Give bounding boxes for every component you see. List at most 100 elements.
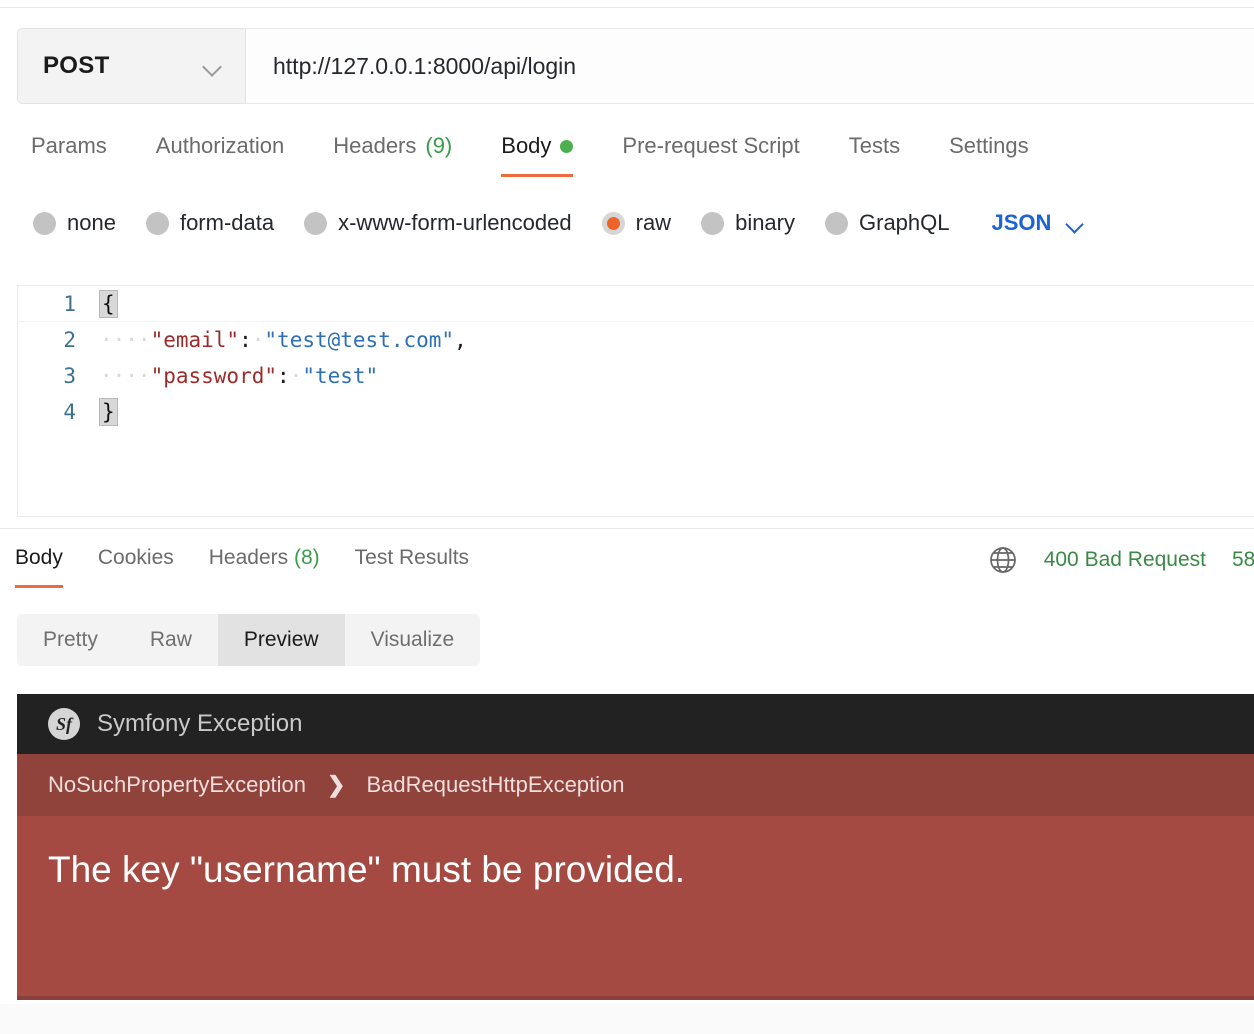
request-url-bar: POST http://127.0.0.1:8000/api/login <box>17 28 1254 104</box>
response-divider <box>0 528 1254 529</box>
line-number: 4 <box>63 400 76 424</box>
raw-format-dropdown[interactable]: JSON <box>992 210 1086 236</box>
radio-circle-icon <box>701 211 725 235</box>
line-code: } <box>96 398 118 426</box>
radio-circle-icon <box>33 211 56 235</box>
symfony-logo-text: Sf <box>55 713 72 734</box>
symfony-exception-header: Sf Symfony Exception <box>17 694 1254 754</box>
radio-circle-icon <box>304 211 328 235</box>
symfony-exception-title: Symfony Exception <box>97 710 303 737</box>
tab-label: Test Results <box>354 546 470 569</box>
postman-request-response-view: POST http://127.0.0.1:8000/api/login Par… <box>0 0 1254 1034</box>
json-indent: ···· <box>100 364 151 388</box>
exception-message-panel: The key "username" must be provided. <box>17 816 1254 1000</box>
json-comma: , <box>454 328 467 352</box>
symfony-logo-icon: Sf <box>48 708 80 740</box>
tab-params[interactable]: Params <box>31 133 107 177</box>
symfony-exception-panel: Sf Symfony Exception NoSuchPropertyExcep… <box>17 694 1254 1000</box>
raw-format-label: JSON <box>991 210 1052 235</box>
tab-authorization[interactable]: Authorization <box>156 133 284 177</box>
json-colon: : <box>277 364 290 388</box>
json-value: "test" <box>302 364 379 388</box>
radio-circle-icon <box>145 211 169 235</box>
radio-label: GraphQL <box>859 210 950 235</box>
breadcrumb-item-root[interactable]: NoSuchPropertyException <box>48 772 306 798</box>
tab-label: Body <box>15 546 63 569</box>
tab-label: Cookies <box>97 546 174 569</box>
json-space: · <box>251 328 265 352</box>
tab-label: Headers <box>208 546 289 569</box>
body-type-radio-group: none form-data x-www-form-urlencoded raw… <box>33 210 1085 236</box>
url-value: http://127.0.0.1:8000/api/login <box>273 52 577 79</box>
radio-label: form-data <box>179 210 275 235</box>
tab-count: (8) <box>293 546 320 569</box>
view-label: Visualize <box>370 628 455 651</box>
request-tabs: Params Authorization Headers (9) Body Pr… <box>31 133 1078 177</box>
radio-label: raw <box>635 210 672 235</box>
chevron-down-icon <box>203 60 223 72</box>
view-raw[interactable]: Raw <box>124 614 218 666</box>
line-number: 2 <box>63 328 76 352</box>
top-divider <box>0 7 1254 8</box>
radio-graphql[interactable]: GraphQL <box>825 210 950 236</box>
breadcrumb-item-current[interactable]: BadRequestHttpException <box>366 772 624 798</box>
tab-label: Pre-request Script <box>622 133 800 158</box>
view-pretty[interactable]: Pretty <box>17 614 124 666</box>
editor-line: 3 ····"password":·"test" <box>18 358 1254 394</box>
radio-label: x-www-form-urlencoded <box>338 210 572 235</box>
line-number: 3 <box>63 364 76 388</box>
chevron-down-icon <box>1067 218 1085 229</box>
status-code-text: 400 Bad Request <box>1043 548 1206 571</box>
response-size-text: 58 <box>1232 548 1254 571</box>
http-method-dropdown[interactable]: POST <box>17 28 245 104</box>
view-label: Raw <box>149 628 192 651</box>
tab-label: Params <box>31 133 107 158</box>
radio-circle-selected-icon <box>601 211 625 235</box>
exception-message: The key "username" must be provided. <box>48 849 686 890</box>
http-method-label: POST <box>43 52 110 79</box>
chevron-right-icon: ❯ <box>327 772 346 797</box>
radio-circle-icon <box>825 211 848 235</box>
body-present-dot-icon <box>560 139 574 153</box>
line-code: ····"email":·"test@test.com", <box>96 328 467 352</box>
tab-settings[interactable]: Settings <box>949 133 1029 177</box>
json-colon: : <box>239 328 252 352</box>
line-number: 1 <box>63 291 76 316</box>
radio-form-data[interactable]: form-data <box>145 210 275 236</box>
tab-label: Headers <box>333 133 417 158</box>
tab-body[interactable]: Body <box>501 133 574 177</box>
response-tab-test-results[interactable]: Test Results <box>355 546 469 588</box>
request-body-editor[interactable]: 1 { 2 ····"email":·"test@test.com", 3 ··… <box>17 285 1254 517</box>
json-indent: ···· <box>100 328 151 352</box>
radio-raw[interactable]: raw <box>601 210 672 236</box>
radio-label: none <box>67 210 116 235</box>
response-tab-body[interactable]: Body <box>15 546 63 588</box>
radio-x-www-form-urlencoded[interactable]: x-www-form-urlencoded <box>304 210 572 236</box>
json-key: "email" <box>150 328 240 352</box>
view-preview[interactable]: Preview <box>217 614 345 666</box>
tab-pre-request-script[interactable]: Pre-request Script <box>622 133 799 177</box>
response-tabs: Body Cookies Headers (8) Test Results <box>15 546 504 588</box>
view-visualize[interactable]: Visualize <box>345 614 481 666</box>
tab-label: Authorization <box>155 133 285 158</box>
response-view-toggle: Pretty Raw Preview Visualize <box>17 614 481 666</box>
tab-tests[interactable]: Tests <box>849 133 900 177</box>
radio-binary[interactable]: binary <box>701 210 795 236</box>
response-status-bar: 400 Bad Request 58 <box>988 545 1254 575</box>
editor-line: 1 { <box>18 286 1254 322</box>
radio-none[interactable]: none <box>33 210 116 236</box>
json-brace: { <box>99 289 118 318</box>
tab-headers[interactable]: Headers (9) <box>333 133 452 177</box>
tab-label: Settings <box>949 133 1029 158</box>
editor-line: 2 ····"email":·"test@test.com", <box>18 322 1254 358</box>
radio-label: binary <box>735 210 795 235</box>
response-tab-cookies[interactable]: Cookies <box>98 546 174 588</box>
view-label: Preview <box>243 628 319 651</box>
response-tab-headers[interactable]: Headers (8) <box>209 546 320 588</box>
tab-label: Tests <box>848 133 901 158</box>
url-input[interactable]: http://127.0.0.1:8000/api/login <box>245 28 1254 104</box>
exception-breadcrumb: NoSuchPropertyException ❯ BadRequestHttp… <box>17 754 1254 816</box>
panel-bottom-area <box>0 1004 1254 1034</box>
globe-icon <box>988 545 1018 575</box>
json-space: · <box>289 364 303 388</box>
